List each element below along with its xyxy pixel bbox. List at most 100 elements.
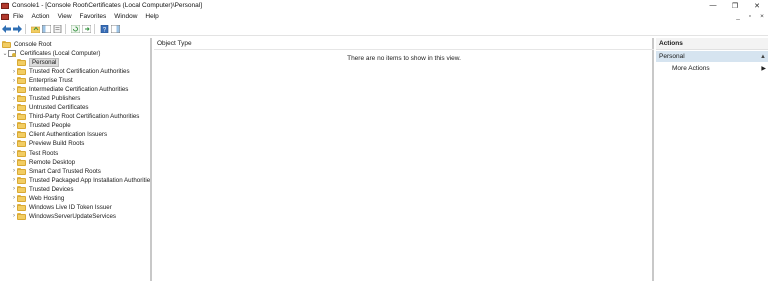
back-button[interactable]	[2, 24, 11, 33]
empty-view-message: There are no items to show in this view.	[347, 55, 461, 62]
folder-icon	[17, 104, 26, 112]
tree-item-label: Console Root	[14, 41, 52, 48]
folder-icon	[17, 140, 26, 148]
tree-item-label: Trusted Packaged App Installation Author…	[29, 176, 152, 184]
tree-item-label: Windows Live ID Token Issuer	[29, 203, 112, 211]
tree-item-store[interactable]: › Web Hosting	[11, 194, 64, 203]
tree-item-label: Untrusted Certificates	[29, 104, 89, 112]
back-arrow-icon	[2, 24, 11, 33]
tree-item-store[interactable]: › Preview Build Roots	[11, 139, 84, 148]
tree-item-label: Web Hosting	[29, 194, 65, 202]
menu-help[interactable]: Help	[145, 13, 158, 20]
folder-icon	[17, 212, 26, 220]
tree-item-store[interactable]: ›Personal	[11, 58, 60, 67]
menu-file[interactable]: File	[13, 13, 23, 20]
column-header-object-type[interactable]: Object Type	[154, 38, 654, 50]
minimize-button[interactable]: —	[702, 0, 724, 11]
actions-header: Actions	[656, 38, 768, 50]
up-one-level-button[interactable]	[31, 24, 40, 33]
child-restore-button[interactable]: ▫	[744, 13, 756, 20]
folder-icon	[17, 158, 26, 166]
tree-item-store[interactable]: › Trusted People	[11, 121, 71, 130]
tree-item-store[interactable]: › Remote Desktop	[11, 158, 75, 167]
toolbar-separator	[94, 23, 95, 34]
tree-item-store[interactable]: › Trusted Devices	[11, 185, 73, 194]
child-minimize-button[interactable]: _	[732, 13, 744, 20]
column-header-label: Object Type	[157, 40, 192, 47]
title-bar: Console1 - [Console Root\Certificates (L…	[0, 0, 768, 11]
console-menu-icon[interactable]	[1, 13, 9, 20]
more-actions-item[interactable]: More Actions ▶	[672, 64, 768, 73]
tree-item-store[interactable]: › Smart Card Trusted Roots	[11, 167, 101, 176]
properties-button[interactable]	[53, 24, 62, 33]
folder-icon	[17, 59, 26, 66]
actions-section-personal[interactable]: Personal ▲	[656, 51, 768, 62]
toolbar: ?	[0, 22, 768, 36]
export-list-icon	[82, 24, 91, 33]
refresh-icon	[71, 24, 80, 33]
results-pane: Object Type There are no items to show i…	[154, 38, 654, 281]
folder-icon	[17, 203, 26, 211]
export-list-button[interactable]	[82, 24, 91, 33]
tree-item-store[interactable]: › Test Roots	[11, 149, 58, 158]
forward-button[interactable]	[13, 24, 22, 33]
collapse-up-icon[interactable]: ▲	[760, 54, 766, 60]
more-actions-label: More Actions	[672, 65, 710, 72]
folder-icon	[17, 167, 26, 175]
console-tree: Console Root ⌄ Certificates (Local Compu…	[0, 38, 152, 281]
tree-item-label: Trusted Root Certification Authorities	[29, 68, 130, 76]
tree-item-label: Trusted People	[29, 122, 71, 130]
window-controls: — ❐ ✕	[702, 0, 768, 11]
action-pane-icon	[111, 24, 120, 33]
tree-item-store[interactable]: › Trusted Packaged App Installation Autho…	[11, 176, 152, 185]
tree-item-certificates[interactable]: ⌄ Certificates (Local Computer)	[2, 49, 100, 58]
folder-icon	[17, 176, 26, 184]
tree-item-store[interactable]: › Windows Live ID Token Issuer	[11, 203, 112, 212]
folder-icon	[17, 77, 26, 85]
tree-item-label: Preview Build Roots	[29, 140, 85, 148]
submenu-arrow-icon: ▶	[761, 66, 766, 72]
tree-item-label: Third-Party Root Certification Authoriti…	[29, 113, 140, 121]
mmc-app-icon	[1, 2, 9, 9]
show-hide-action-pane-button[interactable]	[111, 24, 120, 33]
tree-item-store[interactable]: › Trusted Root Certification Authorities	[11, 67, 130, 76]
help-button[interactable]: ?	[100, 24, 109, 33]
properties-icon	[53, 24, 62, 33]
tree-item-label: Trusted Devices	[29, 185, 74, 193]
tree-item-store[interactable]: › Third-Party Root Certification Authorit…	[11, 112, 139, 121]
tree-item-console-root[interactable]: Console Root	[2, 40, 52, 49]
close-button[interactable]: ✕	[746, 0, 768, 11]
folder-icon	[17, 122, 26, 130]
folder-icon	[2, 41, 11, 48]
tree-item-store[interactable]: › Intermediate Certification Authorities	[11, 85, 128, 94]
console-tree-icon	[42, 24, 51, 33]
toolbar-separator	[65, 23, 66, 34]
child-close-button[interactable]: ×	[756, 13, 768, 20]
tree-item-store[interactable]: › Untrusted Certificates	[11, 103, 89, 112]
folder-up-icon	[31, 26, 40, 33]
folder-icon	[17, 95, 26, 103]
child-window-controls: _ ▫ ×	[732, 11, 768, 22]
help-book-icon: ?	[100, 24, 109, 33]
tree-item-label: WindowsServerUpdateServices	[29, 212, 117, 220]
tree-item-store[interactable]: › WindowsServerUpdateServices	[11, 212, 116, 221]
tree-item-label: Trusted Publishers	[29, 95, 81, 103]
tree-item-label: Enterprise Trust	[29, 77, 73, 85]
menu-favorites[interactable]: Favorites	[80, 13, 107, 20]
tree-item-label: Smart Card Trusted Roots	[29, 167, 101, 175]
tree-item-label: Test Roots	[29, 149, 59, 157]
tree-item-label: Intermediate Certification Authorities	[29, 86, 129, 94]
refresh-button[interactable]	[71, 24, 80, 33]
tree-item-store[interactable]: › Enterprise Trust	[11, 76, 73, 85]
forward-arrow-icon	[13, 24, 22, 33]
actions-section-label: Personal	[659, 53, 685, 60]
tree-item-store[interactable]: › Trusted Publishers	[11, 94, 80, 103]
maximize-button[interactable]: ❐	[724, 0, 746, 11]
menu-action[interactable]: Action	[31, 13, 49, 20]
menu-view[interactable]: View	[58, 13, 72, 20]
toolbar-separator	[25, 23, 26, 34]
tree-item-store[interactable]: › Client Authentication Issuers	[11, 130, 107, 139]
menu-window[interactable]: Window	[114, 13, 137, 20]
tree-item-label: Personal	[29, 58, 60, 67]
show-hide-console-tree-button[interactable]	[42, 24, 51, 33]
